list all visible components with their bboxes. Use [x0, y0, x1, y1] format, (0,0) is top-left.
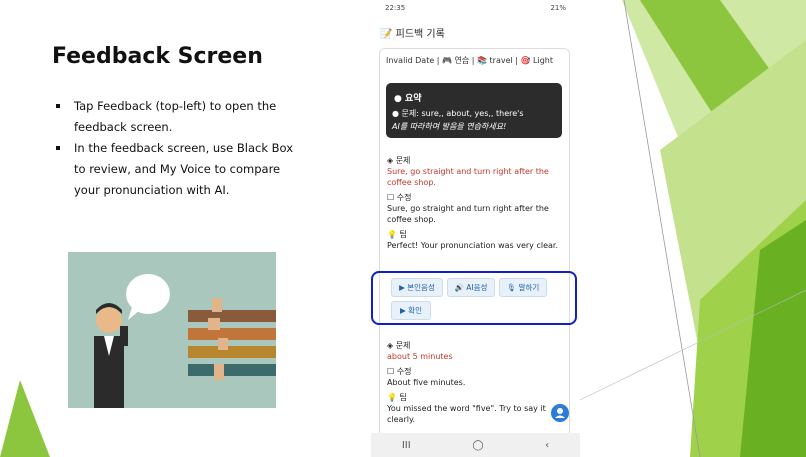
feedback-entry: ◈ 문제 Sure, go straight and turn right af… [387, 155, 565, 251]
mic-icon: ● [394, 94, 402, 104]
summary-problems: ● 문제: sure,, about, yes,, there's [392, 109, 524, 118]
feedback-entry: ◈ 문제 about 5 minutes ☐ 수정 About five min… [387, 340, 565, 425]
bullet-item: Tap Feedback (top-left) to open the feed… [56, 96, 296, 138]
user-icon [555, 408, 565, 418]
thumb-arm [188, 328, 276, 340]
decor-shape [0, 380, 50, 457]
tip-text: Perfect! Your pronunciation was very cle… [387, 241, 559, 250]
tip-label: 💡 팁 [387, 230, 407, 239]
thumb-up-hand [218, 338, 228, 350]
pencil-icon: 📝 [380, 29, 393, 40]
phone-screenshot: 22:35 21% 📝 피드백 기록 Invalid Date | 🎮 연습 |… [371, 0, 580, 457]
thumb-up-hand [212, 298, 222, 312]
problem-text: about 5 minutes [387, 352, 453, 361]
fix-text: About five minutes. [387, 378, 466, 387]
home-button[interactable]: ◯ [472, 440, 483, 451]
profile-fab[interactable] [551, 404, 569, 422]
bullet-text: In the feedback screen, use Black Box to… [74, 141, 294, 197]
bullet-list: Tap Feedback (top-left) to open the feed… [56, 96, 296, 201]
problem-label: ◈ 문제 [387, 156, 411, 165]
slide-title: Feedback Screen [52, 44, 263, 69]
tip-label: 💡 팁 [387, 393, 407, 402]
button-highlight-box [371, 271, 577, 325]
android-nav-bar: III ◯ ‹ [371, 433, 580, 457]
feedback-illustration [68, 252, 276, 408]
summary-hint: AI를 따라하며 발음을 연습하세요! [392, 122, 507, 131]
thumb-down-hand [214, 364, 224, 380]
tip-text: You missed the word "five". Try to say i… [387, 404, 546, 424]
thumb-arm [188, 364, 276, 376]
page-title: 📝 피드백 기록 [380, 25, 445, 40]
page-title-text: 피드백 기록 [395, 29, 445, 40]
thumb-down-hand [208, 318, 220, 330]
thumb-arm [188, 310, 276, 322]
summary-box: ● 요약 ● 문제: sure,, about, yes,, there's A… [386, 83, 562, 138]
session-meta: Invalid Date | 🎮 연습 | 📚 travel | 🎯 Light [386, 56, 554, 65]
fix-text: Sure, go straight and turn right after t… [387, 204, 549, 224]
bullet-item: In the feedback screen, use Black Box to… [56, 138, 296, 201]
problem-text: Sure, go straight and turn right after t… [387, 167, 549, 187]
fix-label: ☐ 수정 [387, 367, 412, 376]
recent-apps-button[interactable]: III [402, 440, 411, 451]
summary-heading: ● 요약 [394, 91, 422, 104]
fix-label: ☐ 수정 [387, 193, 412, 202]
status-bar: 22:35 21% [371, 0, 580, 15]
raised-arm [120, 326, 128, 346]
bullet-mark [56, 146, 60, 150]
bullet-text: Tap Feedback (top-left) to open the feed… [74, 99, 277, 134]
businessman-thumbs-illustration [94, 274, 276, 408]
bullet-mark [56, 104, 60, 108]
status-time: 22:35 [385, 3, 406, 12]
problem-label: ◈ 문제 [387, 341, 411, 350]
back-button[interactable]: ‹ [545, 440, 549, 451]
head [96, 307, 122, 333]
thumb-arm [188, 346, 276, 358]
summary-heading-text: 요약 [405, 94, 422, 104]
battery-level: 21% [550, 3, 566, 12]
